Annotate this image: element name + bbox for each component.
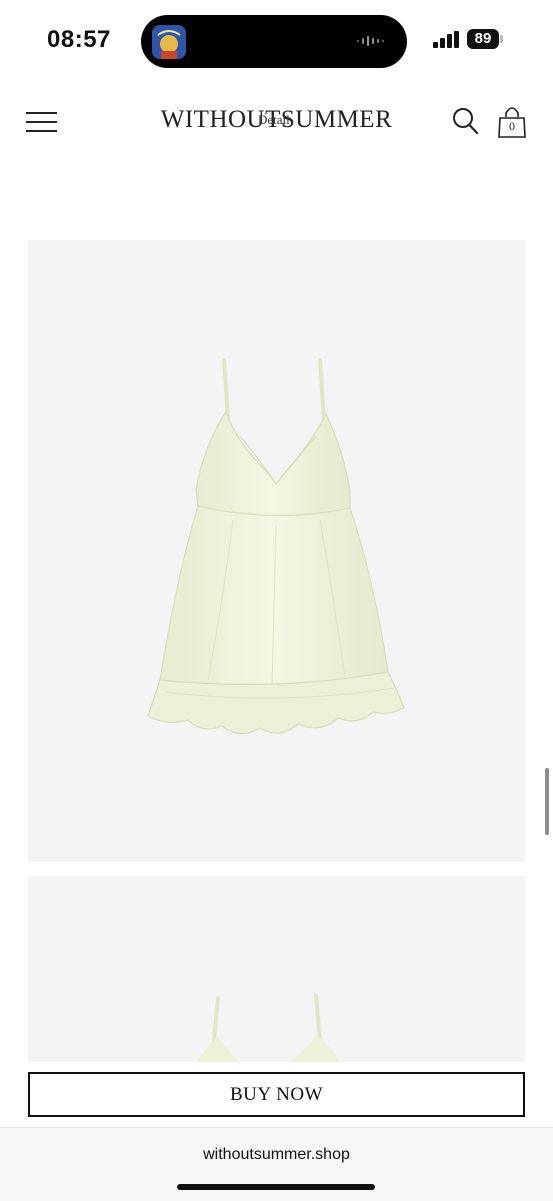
site-header: WITHOUTSUMMER Detail 0: [0, 90, 553, 158]
cellular-signal-icon: [433, 31, 459, 48]
search-icon[interactable]: [452, 107, 480, 137]
product-image[interactable]: [28, 240, 525, 862]
page-label: Detail: [258, 112, 290, 127]
battery-level: 89: [467, 29, 499, 49]
dynamic-island[interactable]: [141, 15, 407, 68]
browser-address-bar[interactable]: withoutsummer.shop: [0, 1127, 553, 1201]
dress-illustration: [196, 994, 340, 1062]
scrollbar[interactable]: [545, 768, 549, 835]
buy-now-button[interactable]: BUY NOW: [28, 1072, 525, 1117]
url-text[interactable]: withoutsummer.shop: [0, 1146, 553, 1164]
product-image[interactable]: [28, 876, 525, 1062]
status-time: 08:57: [47, 26, 111, 53]
status-bar: 08:57 89: [0, 0, 553, 80]
now-playing-artwork: [152, 25, 186, 59]
cart-count: 0: [509, 119, 515, 133]
dress-illustration: [147, 358, 405, 735]
home-indicator[interactable]: [177, 1184, 375, 1190]
shopping-bag-icon[interactable]: 0: [497, 105, 527, 139]
audio-waveform-icon: [357, 36, 384, 46]
battery-icon: 89: [467, 29, 503, 49]
